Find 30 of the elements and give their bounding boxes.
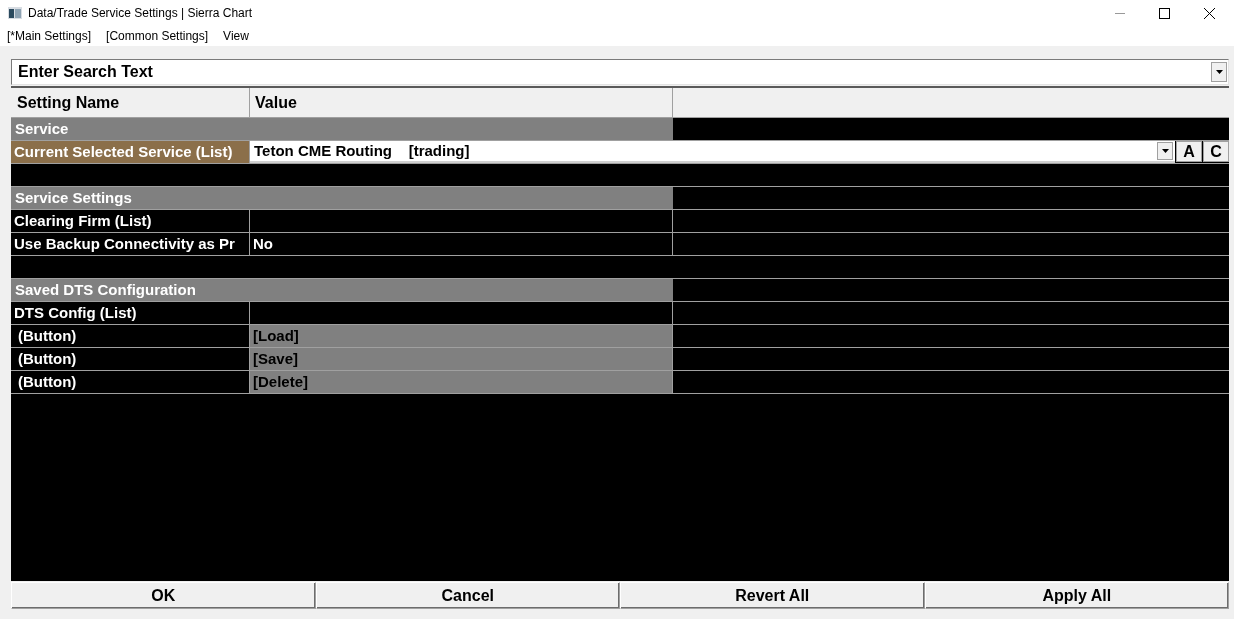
cell-button[interactable]: A [1176,141,1202,162]
footer-button[interactable]: Revert All [620,582,925,609]
setting-name-cell[interactable]: Use Backup Connectivity as Pr [11,233,250,255]
setting-value-cell[interactable]: No [250,233,673,255]
minimize-icon [1115,12,1125,14]
value-button[interactable]: [Load] [250,325,673,347]
value-button[interactable]: [Save] [250,348,673,370]
group-header: Service [11,118,673,140]
column-header: Setting Name [11,88,250,117]
footer-button[interactable]: Apply All [924,582,1229,609]
group-header: Saved DTS Configuration [11,279,673,301]
menu-item[interactable]: [Common Settings] [106,27,209,45]
dropdown-button[interactable] [1211,62,1227,82]
setting-name-cell[interactable]: Current Selected Service (List) [11,141,250,163]
menu-item[interactable]: [*Main Settings] [7,27,92,45]
menu-item[interactable]: View [223,27,249,45]
close-icon [1203,7,1215,19]
setting-name-cell[interactable]: Clearing Firm (List) [11,210,250,232]
app-icon [8,7,22,19]
cell-button[interactable]: C [1203,141,1229,162]
footer-button[interactable]: OK [11,582,316,609]
group-header: Service Settings [11,187,673,209]
value-dropdown[interactable]: Teton CME Routing [trading] [250,141,1175,163]
value-button[interactable]: [Delete] [250,371,673,393]
window-title: Data/Trade Service Settings | Sierra Chart [28,5,253,22]
footer-button[interactable]: Cancel [315,582,620,609]
column-header: Value [250,88,673,117]
maximize-icon [1158,7,1170,19]
search-field[interactable]: Enter Search Text [11,59,1229,85]
caret-icon [1215,70,1223,74]
